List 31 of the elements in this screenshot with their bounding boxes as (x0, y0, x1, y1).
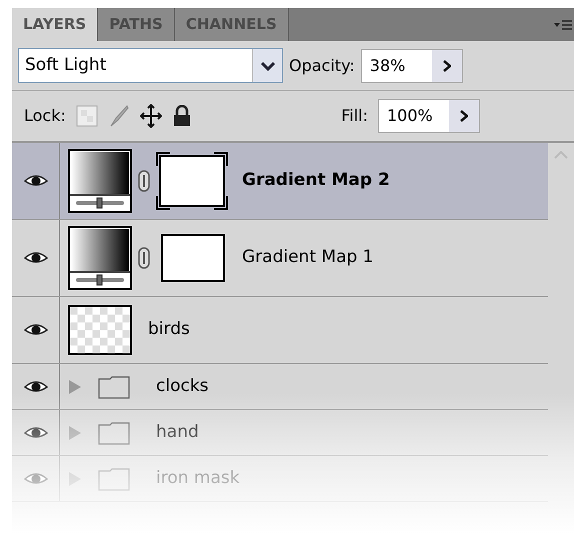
layer-row[interactable]: clocks (12, 364, 548, 410)
folder-icon (98, 374, 130, 398)
layer-name: iron mask (156, 466, 240, 490)
layer-row[interactable]: Gradient Map 2 (12, 143, 548, 220)
layer-row[interactable]: Gradient Map 1 (12, 220, 548, 297)
blend-mode-dropdown[interactable]: Soft Light (18, 48, 283, 83)
gradient-thumbnail (68, 226, 132, 290)
gradient-thumbnail (68, 149, 132, 213)
link-icon[interactable] (138, 247, 150, 269)
opacity-label: Opacity: (289, 54, 355, 76)
panel-tab[interactable]: LAYERS (12, 8, 98, 41)
lock-label: Lock: (24, 105, 66, 127)
panel-menu-icon[interactable] (554, 18, 572, 32)
layer-name: clocks (156, 374, 209, 398)
mask-thumbnail[interactable] (156, 152, 228, 210)
eye-icon[interactable] (24, 424, 48, 440)
link-icon[interactable] (138, 170, 150, 192)
layer-name: hand (156, 420, 199, 444)
eye-icon[interactable] (24, 378, 48, 394)
lock-icon[interactable] (172, 105, 192, 127)
layer-name: birds (148, 318, 190, 342)
layer-row[interactable]: hand (12, 410, 548, 456)
chevron-down-icon (260, 60, 274, 70)
layer-name: Gradient Map 2 (242, 169, 390, 192)
folder-icon (98, 466, 130, 490)
folder-icon (98, 420, 130, 444)
layer-row[interactable]: birds (12, 297, 548, 364)
layer-name: Gradient Map 1 (242, 246, 374, 270)
transparent-thumbnail (68, 305, 132, 355)
move-icon[interactable] (140, 104, 162, 128)
fill-label: Fill: (341, 105, 368, 127)
